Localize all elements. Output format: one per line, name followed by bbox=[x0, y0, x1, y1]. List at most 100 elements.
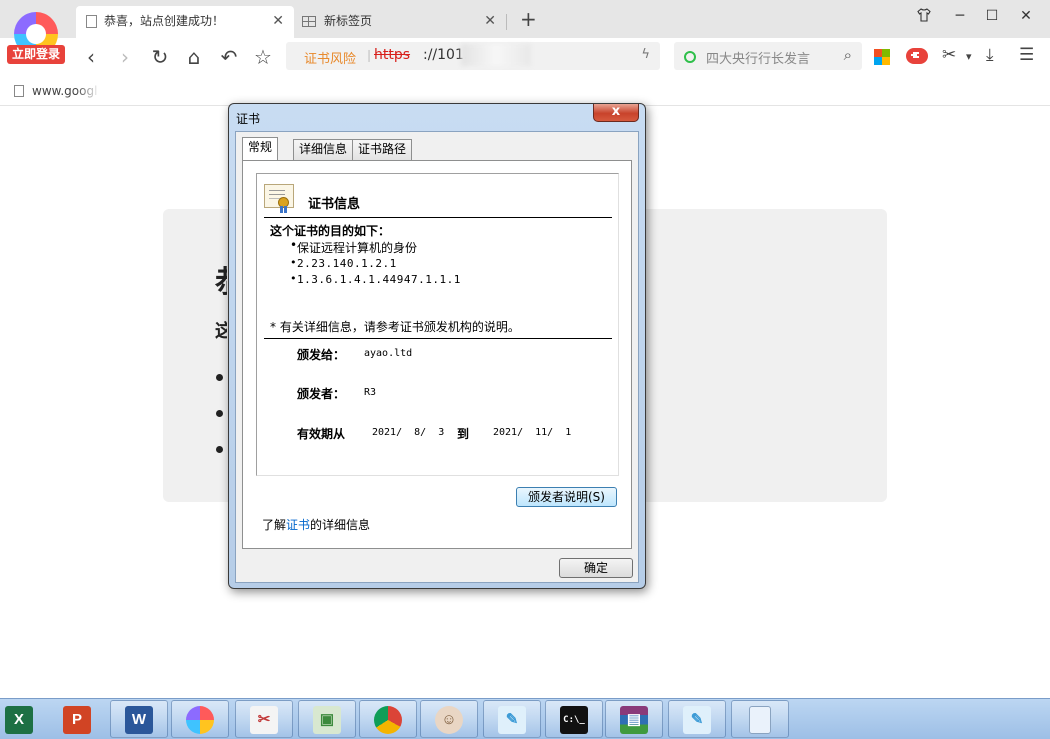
avatar-icon: ☺ bbox=[435, 706, 463, 734]
issued-by-label: 颁发者： bbox=[297, 387, 346, 401]
bookmark-fade bbox=[76, 82, 100, 100]
taskbar: X P W ✂ ▣ ☺ ✎ C:\_ ▤ ✎ bbox=[0, 698, 1050, 739]
ok-button[interactable]: 确定 bbox=[559, 558, 633, 578]
close-tab-icon[interactable]: ✕ bbox=[484, 6, 496, 36]
taskbar-item-word[interactable]: W bbox=[110, 700, 168, 738]
chevron-down-icon[interactable]: ▾ bbox=[966, 50, 972, 63]
page-subtitle: 这 bbox=[215, 321, 227, 342]
taskbar-item-winrar[interactable]: ▤ bbox=[605, 700, 663, 738]
certificate-info-title: 证书信息 bbox=[308, 197, 361, 212]
general-tab-panel: 证书信息 这个证书的目的如下： 保证远程计算机的身份 2.23.140.1.2.… bbox=[242, 160, 632, 549]
redacted-url bbox=[461, 44, 531, 66]
scissors-icon: ✂ bbox=[250, 706, 278, 734]
taskbar-item-file[interactable] bbox=[731, 700, 789, 738]
taskbar-item-snipping-tool[interactable]: ✂ bbox=[235, 700, 293, 738]
close-window-button[interactable]: ✕ bbox=[1015, 8, 1037, 24]
tab-divider bbox=[506, 14, 507, 30]
taskbar-item-excel[interactable]: X bbox=[0, 700, 48, 738]
chrome-icon bbox=[374, 706, 402, 734]
browser-icon bbox=[186, 706, 214, 734]
terminal-icon: C:\_ bbox=[560, 706, 588, 734]
scissors-icon[interactable]: ✂ bbox=[942, 45, 956, 65]
reload-button[interactable]: ↻ bbox=[147, 44, 173, 70]
login-button[interactable]: 立即登录 bbox=[7, 45, 65, 64]
tab-bar: 恭喜，站点创建成功！ ✕ 新标签页 ✕ + ─ ☐ ✕ bbox=[0, 0, 1050, 38]
url-scheme: https bbox=[374, 47, 411, 63]
back-button[interactable]: ‹ bbox=[78, 44, 104, 70]
taskbar-item-notepad[interactable]: ✎ bbox=[483, 700, 541, 738]
certificate-info-box: 证书信息 这个证书的目的如下： 保证远程计算机的身份 2.23.140.1.2.… bbox=[256, 173, 619, 476]
word-icon: W bbox=[125, 706, 153, 734]
address-bar[interactable]: 证书风险 ❘ https ://101.32 ϟ bbox=[286, 42, 660, 70]
taskbar-item-cmd[interactable]: C:\_ bbox=[545, 700, 603, 738]
tab-details[interactable]: 详细信息 bbox=[293, 139, 354, 160]
issued-to-label: 颁发给： bbox=[297, 348, 346, 362]
dialog-close-button[interactable]: x bbox=[593, 104, 639, 122]
apps-icon[interactable] bbox=[874, 49, 890, 65]
search-engine-icon bbox=[684, 51, 696, 63]
valid-to-label: 到 bbox=[457, 427, 470, 441]
divider bbox=[264, 338, 612, 339]
purpose-item: 2.23.140.1.2.1 bbox=[290, 256, 397, 270]
page-title: 恭喜 bbox=[215, 257, 227, 301]
issued-to-value: ayao.ltd bbox=[364, 348, 413, 359]
certificate-risk-label[interactable]: 证书风险 bbox=[304, 48, 356, 67]
forward-button[interactable]: › bbox=[112, 44, 138, 70]
issuer-statement-button[interactable]: 颁发者说明(S) bbox=[516, 487, 617, 507]
taskbar-item-avatar-app[interactable]: ☺ bbox=[420, 700, 478, 738]
new-tab-button[interactable]: + bbox=[520, 6, 537, 32]
tab-title: 恭喜，站点创建成功！ bbox=[104, 14, 225, 28]
close-tab-icon[interactable]: ✕ bbox=[272, 6, 284, 36]
search-box[interactable]: 四大央行行长发言 ⌕ bbox=[674, 42, 862, 70]
issued-by-value: R3 bbox=[364, 387, 377, 398]
notepad-icon: ✎ bbox=[498, 706, 526, 734]
purpose-heading: 这个证书的目的如下： bbox=[270, 224, 391, 238]
skin-button[interactable] bbox=[913, 8, 935, 26]
learn-certificate-link[interactable]: 证书 bbox=[286, 518, 310, 532]
bookmark-bar: www.googl bbox=[0, 78, 1050, 106]
dialog-title: 证书 bbox=[236, 112, 261, 126]
learn-more-text: 了解证书的详细信息 bbox=[262, 516, 370, 533]
monitor-icon: ▣ bbox=[313, 706, 341, 734]
page-icon bbox=[14, 85, 24, 97]
undo-close-button[interactable]: ↶ bbox=[216, 44, 242, 70]
tab-certification-path[interactable]: 证书路径 bbox=[352, 139, 413, 160]
divider bbox=[264, 217, 612, 218]
list-bullet bbox=[215, 409, 225, 419]
menu-icon[interactable]: ☰ bbox=[1019, 45, 1034, 65]
toolbar: ‹ › ↻ ⌂ ↶ ☆ 证书风险 ❘ https ://101.32 ϟ 四大央… bbox=[0, 38, 1050, 78]
taskbar-item-remote-desktop[interactable]: ▣ bbox=[298, 700, 356, 738]
shirt-icon bbox=[917, 8, 931, 22]
taskbar-item-browser[interactable] bbox=[171, 700, 229, 738]
file-icon bbox=[749, 706, 771, 734]
tab-site-created[interactable]: 恭喜，站点创建成功！ ✕ bbox=[76, 6, 294, 38]
dialog-body: 常规 详细信息 证书路径 证书信息 这个证书的目的如下： 保证远程计算机的身份 … bbox=[235, 131, 639, 583]
download-icon[interactable]: ⤓ bbox=[986, 45, 994, 65]
purpose-item: 保证远程计算机的身份 bbox=[290, 238, 417, 256]
maximize-button[interactable]: ☐ bbox=[981, 8, 1003, 24]
excel-icon: X bbox=[5, 706, 33, 734]
validity-label: 有效期从 bbox=[297, 427, 346, 441]
taskbar-item-notepad-2[interactable]: ✎ bbox=[668, 700, 726, 738]
valid-from-value: 2021/ 8/ 3 bbox=[372, 427, 445, 438]
taskbar-item-powerpoint[interactable]: P bbox=[48, 700, 106, 738]
divider-icon: ❘ bbox=[364, 48, 375, 62]
valid-to-value: 2021/ 11/ 1 bbox=[493, 427, 572, 438]
search-input[interactable]: 四大央行行长发言 bbox=[706, 48, 810, 67]
tab-new-tab[interactable]: 新标签页 ✕ bbox=[296, 6, 506, 38]
learn-prefix: 了解 bbox=[262, 518, 287, 532]
home-button[interactable]: ⌂ bbox=[181, 44, 207, 70]
grid-icon bbox=[302, 16, 316, 27]
logo-center bbox=[26, 24, 46, 44]
gamepad-icon[interactable] bbox=[906, 48, 928, 64]
tab-title: 新标签页 bbox=[324, 14, 373, 28]
minimize-button[interactable]: ─ bbox=[949, 8, 971, 24]
powerpoint-icon: P bbox=[63, 706, 91, 734]
tab-general[interactable]: 常规 bbox=[242, 137, 279, 160]
list-bullet bbox=[215, 373, 225, 383]
lightning-icon[interactable]: ϟ bbox=[641, 47, 650, 62]
taskbar-item-chrome[interactable] bbox=[359, 700, 417, 738]
search-icon[interactable]: ⌕ bbox=[844, 46, 852, 64]
bookmark-star-button[interactable]: ☆ bbox=[250, 44, 276, 70]
list-bullet bbox=[215, 445, 225, 455]
